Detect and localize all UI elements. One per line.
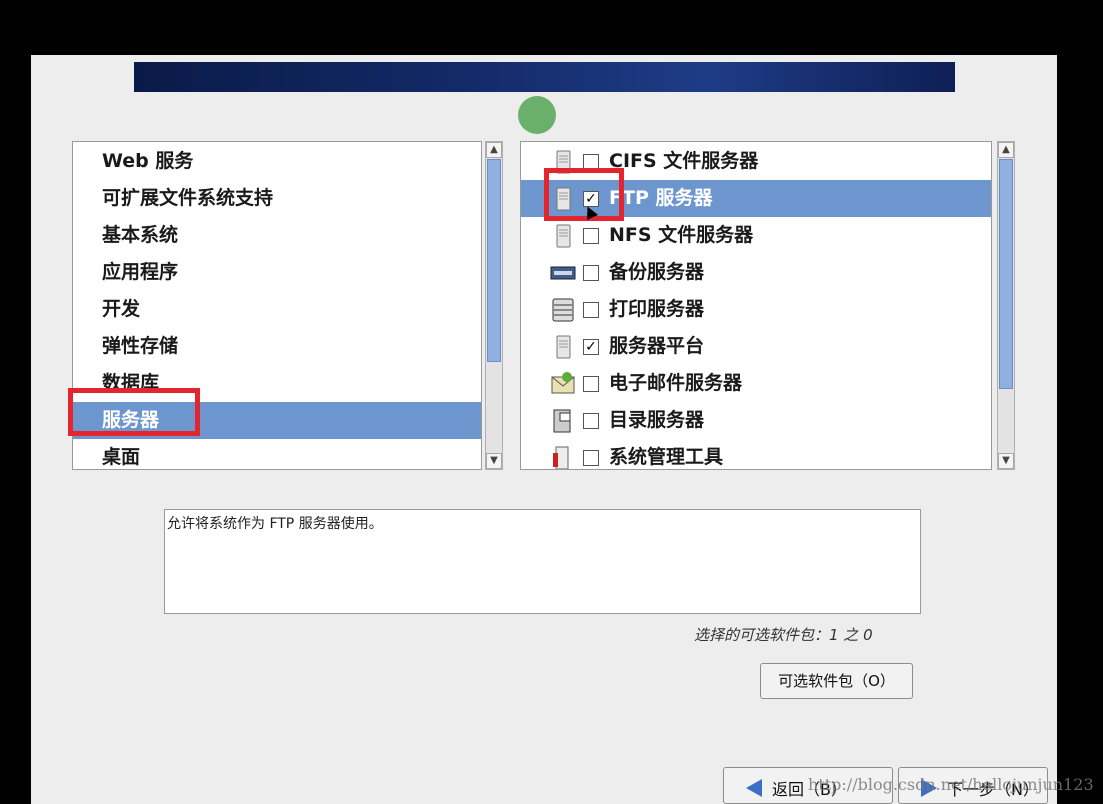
- package-label: FTP 服务器: [609, 187, 713, 209]
- package-item[interactable]: 备份服务器: [521, 254, 991, 291]
- package-list[interactable]: CIFS 文件服务器 ✓ FTP 服务器 NFS 文件服务器 备份服务器打印服务器 ✓ 服务…: [520, 141, 992, 470]
- server-tower-icon: [550, 149, 576, 175]
- package-item[interactable]: 电子邮件服务器: [521, 365, 991, 402]
- package-item[interactable]: NFS 文件服务器: [521, 217, 991, 254]
- admin-tools-icon: [550, 445, 576, 469]
- scroll-up-button[interactable]: ▲: [486, 142, 502, 158]
- category-item[interactable]: 服务器: [73, 402, 481, 439]
- package-checkbox[interactable]: [583, 302, 599, 318]
- category-item[interactable]: 应用程序: [73, 254, 481, 291]
- category-item[interactable]: 弹性存储: [73, 328, 481, 365]
- package-label: CIFS 文件服务器: [609, 150, 759, 172]
- package-description: 允许将系统作为 FTP 服务器使用。: [164, 509, 921, 614]
- scroll-up-button[interactable]: ▲: [998, 142, 1014, 158]
- category-item[interactable]: 开发: [73, 291, 481, 328]
- scroll-thumb[interactable]: [487, 159, 501, 362]
- server-tower-icon: [550, 186, 576, 212]
- package-checkbox[interactable]: ✓: [583, 339, 599, 355]
- package-item[interactable]: 打印服务器: [521, 291, 991, 328]
- package-item[interactable]: ✓ 服务器平台: [521, 328, 991, 365]
- server-tower-icon: [550, 223, 576, 249]
- package-checkbox[interactable]: [583, 154, 599, 170]
- package-label: 打印服务器: [609, 298, 705, 320]
- progress-indicator-dot: [518, 96, 556, 134]
- package-checkbox[interactable]: [583, 413, 599, 429]
- scroll-thumb[interactable]: [999, 159, 1013, 389]
- package-checkbox[interactable]: [583, 228, 599, 244]
- package-item[interactable]: 系统管理工具: [521, 439, 991, 469]
- package-checkbox[interactable]: [583, 265, 599, 281]
- mail-server-icon: [550, 371, 576, 397]
- category-list-scrollbar[interactable]: ▲ ▼: [485, 141, 503, 470]
- back-arrow-icon: [746, 779, 762, 797]
- header-banner: [134, 62, 955, 92]
- package-label: NFS 文件服务器: [609, 224, 754, 246]
- printer-icon: [550, 297, 576, 323]
- package-item[interactable]: CIFS 文件服务器: [521, 143, 991, 180]
- category-item[interactable]: 可扩展文件系统支持: [73, 180, 481, 217]
- optional-packages-button[interactable]: 可选软件包（O）: [760, 663, 913, 699]
- package-label: 目录服务器: [609, 409, 705, 431]
- package-label: 备份服务器: [609, 261, 705, 283]
- directory-server-icon: [550, 408, 576, 434]
- package-checkbox[interactable]: [583, 376, 599, 392]
- package-label: 系统管理工具: [609, 446, 724, 468]
- category-item[interactable]: 桌面: [73, 439, 481, 469]
- server-tower-icon: [550, 334, 576, 360]
- category-item[interactable]: 基本系统: [73, 217, 481, 254]
- package-label: 电子邮件服务器: [609, 372, 743, 394]
- tape-drive-icon: [550, 260, 576, 286]
- scroll-down-button[interactable]: ▼: [486, 453, 502, 469]
- category-item[interactable]: Web 服务: [73, 143, 481, 180]
- scroll-down-button[interactable]: ▼: [998, 453, 1014, 469]
- category-item[interactable]: 数据库: [73, 365, 481, 402]
- watermark: http://blog.csdn.net/hellojunjun123: [808, 775, 1094, 794]
- selection-count: 选择的可选软件包：1 之 0: [694, 626, 873, 644]
- package-list-scrollbar[interactable]: ▲ ▼: [997, 141, 1015, 470]
- package-label: 服务器平台: [609, 335, 705, 357]
- package-checkbox[interactable]: [583, 450, 599, 466]
- category-list[interactable]: Web 服务 可扩展文件系统支持 基本系统 应用程序 开发 弹性存储 数据库 服务器 桌面: [72, 141, 482, 470]
- package-item[interactable]: 目录服务器: [521, 402, 991, 439]
